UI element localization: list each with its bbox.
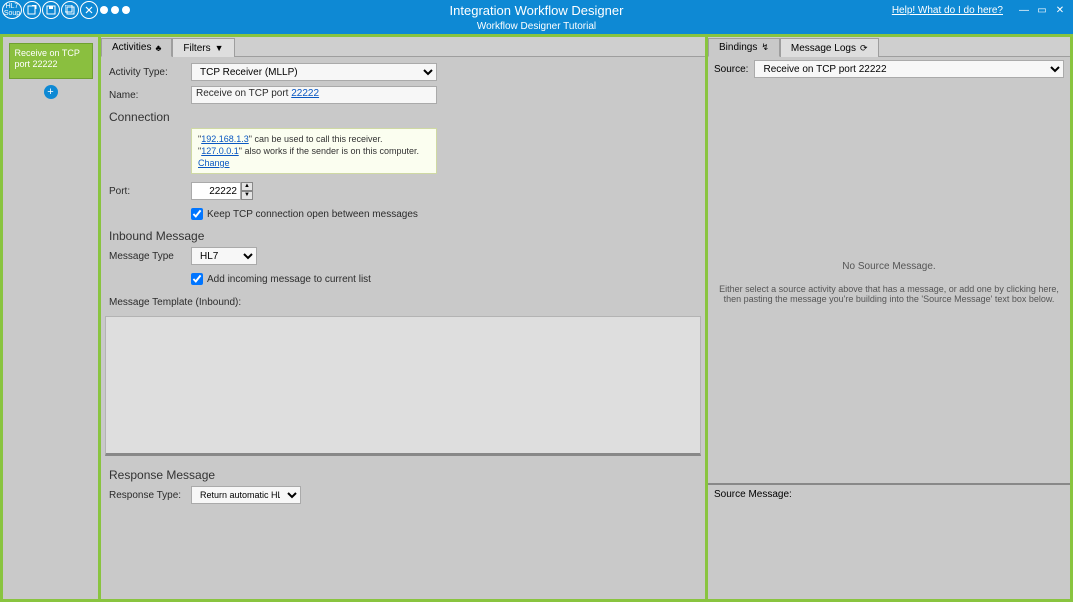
connection-header: Connection: [109, 110, 697, 124]
bindings-icon: ↯: [761, 42, 769, 53]
save-icon[interactable]: [42, 1, 60, 19]
tree-icon: ♣: [155, 43, 161, 53]
source-message-label: Source Message:: [714, 489, 1064, 500]
port-up-button[interactable]: ▲: [241, 182, 253, 191]
tab-message-logs[interactable]: Message Logs ⟳: [780, 38, 879, 57]
source-select[interactable]: Receive on TCP port 22222: [754, 60, 1064, 78]
name-label: Name:: [109, 90, 191, 101]
message-template-area[interactable]: [105, 316, 701, 456]
ip-link-2[interactable]: 127.0.0.1: [201, 146, 239, 156]
source-label: Source:: [714, 64, 748, 75]
workspace: Receive on TCP port 22222 + Activities ♣…: [0, 34, 1073, 602]
add-incoming-label: Add incoming message to current list: [207, 274, 371, 285]
refresh-icon: ⟳: [860, 43, 868, 54]
new-icon[interactable]: [23, 1, 41, 19]
close-icon[interactable]: [80, 1, 98, 19]
minimize-button[interactable]: —: [1015, 3, 1033, 17]
port-spinner: ▲ ▼: [191, 182, 253, 200]
inbound-header: Inbound Message: [109, 229, 697, 243]
tab-activities[interactable]: Activities ♣: [101, 38, 172, 57]
source-message-section: Source Message:: [708, 485, 1070, 599]
port-input[interactable]: [191, 182, 241, 200]
toolbar-separator: [122, 6, 130, 14]
source-preview[interactable]: No Source Message. Either select a sourc…: [708, 81, 1070, 485]
help-link[interactable]: Help! What do I do here?: [892, 5, 1003, 16]
toolbar-separator: [100, 6, 108, 14]
window-controls: Help! What do I do here? — ▭ ✕: [892, 3, 1073, 17]
subtitle-bar: Workflow Designer Tutorial: [0, 20, 1073, 34]
tab-label: Filters: [183, 43, 210, 54]
add-activity-button[interactable]: +: [44, 85, 58, 99]
response-type-select[interactable]: Return automatic HL7 Response: [191, 486, 301, 504]
filter-icon: ▼: [215, 43, 224, 53]
toolbar: HL7 Soup: [0, 1, 131, 19]
activity-type-select[interactable]: TCP Receiver (MLLP): [191, 63, 437, 81]
ip-link-1[interactable]: 192.168.1.3: [201, 134, 249, 144]
port-down-button[interactable]: ▼: [241, 191, 253, 200]
source-row: Source: Receive on TCP port 22222: [708, 57, 1070, 81]
response-header: Response Message: [109, 468, 697, 482]
saveall-icon[interactable]: [61, 1, 79, 19]
right-panel: Bindings ↯ Message Logs ⟳ Source: Receiv…: [708, 37, 1070, 599]
activity-type-label: Activity Type:: [109, 67, 191, 78]
no-source-message: No Source Message.: [842, 261, 935, 272]
title-bar: HL7 Soup Integration Workflow Designer H…: [0, 0, 1073, 20]
keep-open-checkbox[interactable]: [191, 208, 203, 220]
source-instructions: Either select a source activity above th…: [718, 284, 1060, 304]
template-label: Message Template (Inbound):: [109, 297, 241, 308]
port-label: Port:: [109, 186, 191, 197]
right-tabs: Bindings ↯ Message Logs ⟳: [708, 37, 1070, 57]
add-incoming-checkbox[interactable]: [191, 273, 203, 285]
name-field[interactable]: Receive on TCP port 22222: [191, 86, 437, 104]
maximize-button[interactable]: ▭: [1033, 3, 1051, 17]
connection-info: "192.168.1.3" can be used to call this r…: [191, 128, 437, 174]
right-body: No Source Message. Either select a sourc…: [708, 81, 1070, 599]
activities-panel: Receive on TCP port 22222 +: [3, 37, 101, 599]
change-link[interactable]: Change: [198, 158, 230, 168]
source-message-textarea[interactable]: [714, 500, 1064, 592]
message-type-select[interactable]: HL7: [191, 247, 257, 265]
tab-filters[interactable]: Filters ▼: [172, 38, 234, 57]
tab-label: Activities: [112, 42, 151, 53]
toolbar-separator: [111, 6, 119, 14]
app-logo: HL7 Soup: [2, 1, 22, 19]
response-type-label: Response Type:: [109, 490, 191, 501]
message-type-label: Message Type: [109, 251, 191, 262]
activity-form: Activity Type: TCP Receiver (MLLP) Name:…: [101, 57, 705, 509]
center-panel: Activities ♣ Filters ▼ Activity Type: TC…: [101, 37, 708, 599]
center-tabs: Activities ♣ Filters ▼: [101, 37, 705, 57]
tab-label: Bindings: [719, 42, 757, 53]
close-window-button[interactable]: ✕: [1051, 3, 1069, 17]
tab-bindings[interactable]: Bindings ↯: [708, 38, 780, 57]
activity-node[interactable]: Receive on TCP port 22222: [9, 43, 93, 79]
tab-label: Message Logs: [791, 43, 856, 54]
keep-open-label: Keep TCP connection open between message…: [207, 209, 418, 220]
